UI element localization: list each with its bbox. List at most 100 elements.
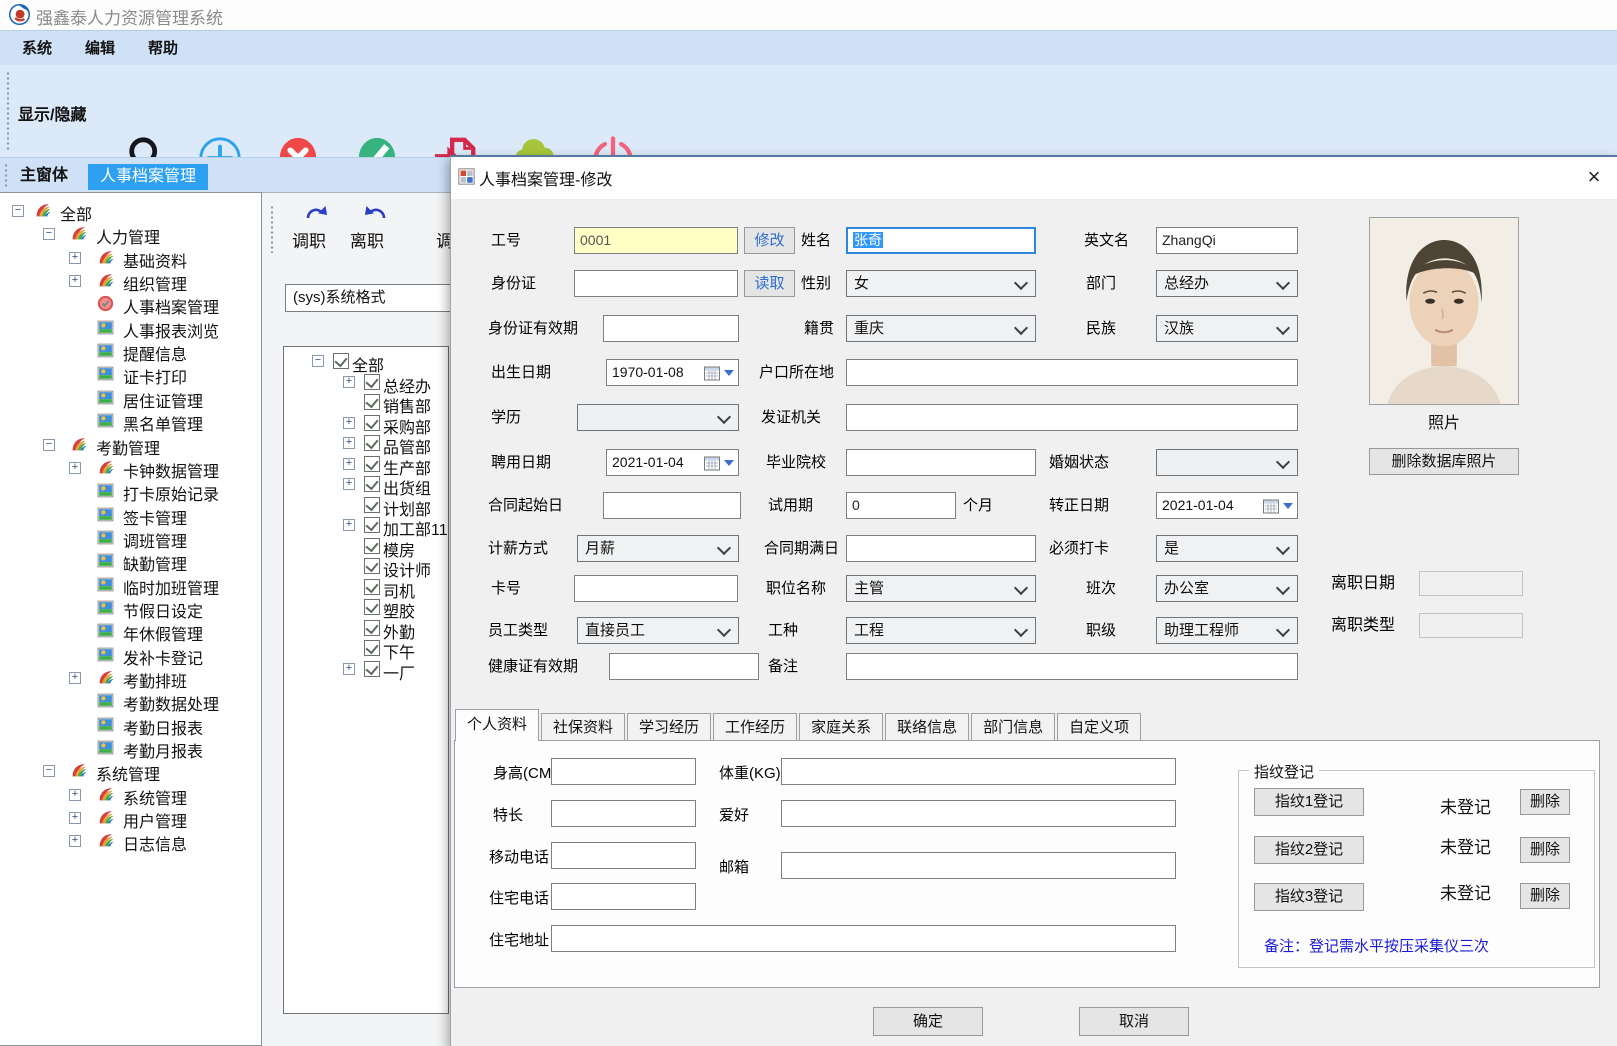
resign-button[interactable]: 离职 bbox=[350, 227, 384, 252]
detail-tab-2[interactable]: 学习经历 bbox=[627, 713, 711, 741]
contract-end-input[interactable] bbox=[846, 535, 1036, 562]
nav-item[interactable]: 证卡打印 bbox=[0, 363, 261, 386]
checkbox[interactable] bbox=[364, 374, 380, 390]
school-input[interactable] bbox=[846, 449, 1036, 476]
ethnic-select[interactable]: 汉族 bbox=[1156, 315, 1298, 342]
dept-tree-item[interactable]: 模房 bbox=[284, 537, 449, 557]
ok-button[interactable]: 确定 bbox=[873, 1007, 983, 1036]
nav-item[interactable]: +日志信息 bbox=[0, 830, 261, 853]
checkbox[interactable] bbox=[364, 538, 380, 554]
tree-expander[interactable]: − bbox=[43, 765, 55, 777]
transfer-button[interactable]: 调职 bbox=[292, 227, 326, 252]
hire-date-picker[interactable]: 2021-01-04 bbox=[606, 449, 739, 476]
detail-tab-6[interactable]: 部门信息 bbox=[971, 713, 1055, 741]
probation-input[interactable]: 0 bbox=[846, 492, 956, 519]
nav-item[interactable]: 签卡管理 bbox=[0, 504, 261, 527]
detail-tab-3[interactable]: 工作经历 bbox=[713, 713, 797, 741]
education-select[interactable] bbox=[577, 404, 739, 431]
tree-expander[interactable]: + bbox=[343, 663, 355, 675]
native-place-select[interactable]: 重庆 bbox=[846, 315, 1036, 342]
tree-expander[interactable]: + bbox=[69, 812, 81, 824]
fingerprint-3-delete-button[interactable]: 删除 bbox=[1520, 883, 1570, 909]
dept-tree-item[interactable]: 司机 bbox=[284, 578, 449, 598]
checkbox[interactable] bbox=[364, 620, 380, 636]
tree-expander[interactable]: − bbox=[312, 355, 324, 367]
read-button[interactable]: 读取 bbox=[744, 270, 795, 297]
work-type-select[interactable]: 工程 bbox=[846, 617, 1036, 644]
tree-expander[interactable]: + bbox=[343, 519, 355, 531]
clipped-action-button[interactable]: 调 bbox=[436, 227, 450, 252]
pay-type-select[interactable]: 月薪 bbox=[577, 535, 739, 562]
fingerprint-1-register-button[interactable]: 指纹1登记 bbox=[1254, 788, 1364, 816]
height-input[interactable] bbox=[551, 758, 696, 785]
gender-select[interactable]: 女 bbox=[846, 270, 1036, 297]
nav-item[interactable]: +考勤排班 bbox=[0, 667, 261, 690]
id-card-input[interactable] bbox=[574, 270, 738, 297]
dept-tree-item[interactable]: 销售部 bbox=[284, 393, 449, 413]
dept-tree-item[interactable]: +出货组 bbox=[284, 475, 449, 495]
checkbox[interactable] bbox=[364, 661, 380, 677]
nav-item[interactable]: 节假日设定 bbox=[0, 597, 261, 620]
tree-expander[interactable]: − bbox=[43, 439, 55, 451]
must-punch-select[interactable]: 是 bbox=[1156, 535, 1298, 562]
detail-tab-0[interactable]: 个人资料 bbox=[455, 709, 539, 741]
detail-tab-1[interactable]: 社保资料 bbox=[541, 713, 625, 741]
home-phone-input[interactable] bbox=[551, 883, 696, 910]
checkbox[interactable] bbox=[364, 415, 380, 431]
contract-start-input[interactable] bbox=[603, 492, 741, 519]
nav-item[interactable]: 临时加班管理 bbox=[0, 574, 261, 597]
position-select[interactable]: 主管 bbox=[846, 575, 1036, 602]
tree-expander[interactable]: − bbox=[12, 205, 24, 217]
format-select[interactable]: (sys)系统格式 bbox=[285, 284, 450, 312]
fingerprint-2-register-button[interactable]: 指纹2登记 bbox=[1254, 836, 1364, 864]
dept-tree-item[interactable]: 外勤 bbox=[284, 619, 449, 639]
nav-item[interactable]: 黑名单管理 bbox=[0, 410, 261, 433]
regular-date-picker[interactable]: 2021-01-04 bbox=[1156, 492, 1298, 519]
checkbox[interactable] bbox=[364, 497, 380, 513]
detail-tab-4[interactable]: 家庭关系 bbox=[799, 713, 883, 741]
show-hide-toggle[interactable]: 显示/隐藏 bbox=[18, 101, 86, 125]
emp-no-input[interactable]: 0001 bbox=[574, 227, 738, 254]
dept-tree-item[interactable]: 计划部 bbox=[284, 496, 449, 516]
id-valid-input[interactable] bbox=[603, 315, 739, 342]
nav-item[interactable]: +基础资料 bbox=[0, 247, 261, 270]
modify-button[interactable]: 修改 bbox=[744, 227, 795, 254]
tree-expander[interactable]: + bbox=[69, 275, 81, 287]
dept-tree-item[interactable]: 设计师 bbox=[284, 557, 449, 577]
email-input[interactable] bbox=[781, 852, 1176, 879]
nav-item[interactable]: −人力管理 bbox=[0, 223, 261, 246]
nav-item[interactable]: 年休假管理 bbox=[0, 620, 261, 643]
health-valid-input[interactable] bbox=[609, 653, 759, 680]
dept-tree-item[interactable]: +生产部 bbox=[284, 455, 449, 475]
nav-item[interactable]: 人事档案管理 bbox=[0, 293, 261, 316]
tree-expander[interactable]: + bbox=[69, 462, 81, 474]
nav-item[interactable]: 考勤日报表 bbox=[0, 714, 261, 737]
mdi-tab-1[interactable]: 人事档案管理 bbox=[88, 164, 208, 190]
checkbox[interactable] bbox=[364, 640, 380, 656]
tree-expander[interactable]: − bbox=[43, 228, 55, 240]
nav-item[interactable]: 考勤月报表 bbox=[0, 737, 261, 760]
nav-item[interactable]: −考勤管理 bbox=[0, 434, 261, 457]
checkbox[interactable] bbox=[364, 476, 380, 492]
tabrow-grip[interactable] bbox=[4, 163, 8, 189]
dept-select[interactable]: 总经办 bbox=[1156, 270, 1298, 297]
checkbox[interactable] bbox=[364, 558, 380, 574]
dept-tree-item[interactable]: −全部 bbox=[284, 352, 449, 372]
mobile-input[interactable] bbox=[551, 842, 696, 869]
nav-item[interactable]: 发补卡登记 bbox=[0, 644, 261, 667]
nav-item[interactable]: 居住证管理 bbox=[0, 387, 261, 410]
checkbox[interactable] bbox=[364, 579, 380, 595]
tree-expander[interactable]: + bbox=[69, 672, 81, 684]
cancel-button[interactable]: 取消 bbox=[1079, 1007, 1189, 1036]
nav-item[interactable]: 人事报表浏览 bbox=[0, 317, 261, 340]
fingerprint-3-register-button[interactable]: 指纹3登记 bbox=[1254, 883, 1364, 911]
tree-expander[interactable]: + bbox=[69, 835, 81, 847]
dept-tree-item[interactable]: +加工部11 bbox=[284, 516, 449, 536]
dept-tree-item[interactable]: +一厂 bbox=[284, 660, 449, 680]
menu-item-2[interactable]: 帮助 bbox=[148, 31, 178, 66]
specialty-input[interactable] bbox=[551, 800, 696, 827]
dept-tree-item[interactable]: +采购部 bbox=[284, 414, 449, 434]
dept-tree-item[interactable]: 下午 bbox=[284, 639, 449, 659]
remark-input[interactable] bbox=[846, 653, 1298, 680]
shift-select[interactable]: 办公室 bbox=[1156, 575, 1298, 602]
